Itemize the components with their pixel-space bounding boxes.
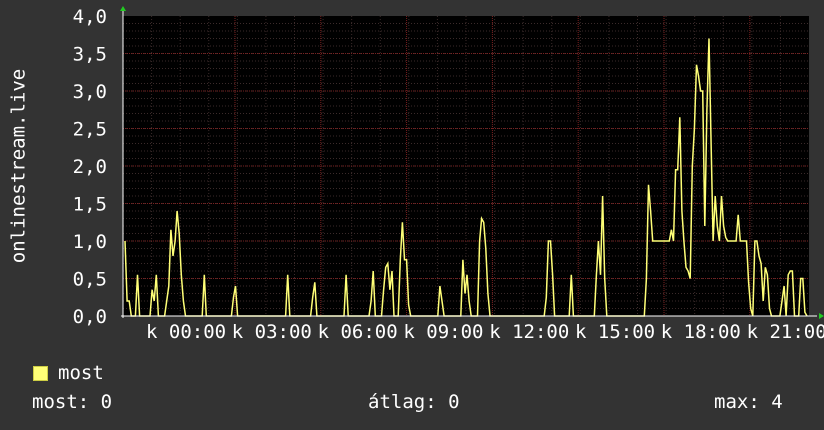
x-tick-label: k 18:00 — [661, 321, 741, 343]
y-axis-arrow — [120, 6, 126, 11]
x-tick-label: k 21:00 — [747, 321, 824, 343]
y-tick-label: 2,0 — [73, 156, 107, 178]
chart: 0,0 0,5 1,0 1,5 2,0 2,5 3,0 3,5 4,0 k 00:00 k 03:0… — [8, 6, 824, 343]
x-tick-label: k 12:00 — [489, 321, 569, 343]
y-tick-label: 3,5 — [73, 44, 107, 66]
y-tick-label: 4,0 — [73, 6, 107, 28]
y-tick-label: 0,5 — [73, 269, 107, 291]
y-tick-label: 3,0 — [73, 81, 107, 103]
y-tick-label: 2,5 — [73, 119, 107, 141]
x-tick-label: k 06:00 — [318, 321, 398, 343]
y-tick-label: 0,0 — [73, 306, 107, 328]
y-axis-label: onlinestream.live — [8, 69, 30, 263]
x-tick-label: k 09:00 — [403, 321, 483, 343]
y-tick-label: 1,5 — [73, 194, 107, 216]
legend-label-most: most — [58, 362, 104, 384]
current-value: most: 0 — [32, 391, 113, 413]
max-value: max: 4 — [714, 391, 783, 413]
legend-swatch-most — [33, 366, 48, 381]
x-tick-label: k 15:00 — [575, 321, 655, 343]
average-value: átlag: 0 — [368, 391, 460, 413]
y-tick-label: 1,0 — [73, 231, 107, 253]
x-tick-label: k 00:00 — [146, 321, 226, 343]
x-axis-arrow — [819, 313, 824, 319]
x-tick-label: k 03:00 — [232, 321, 312, 343]
